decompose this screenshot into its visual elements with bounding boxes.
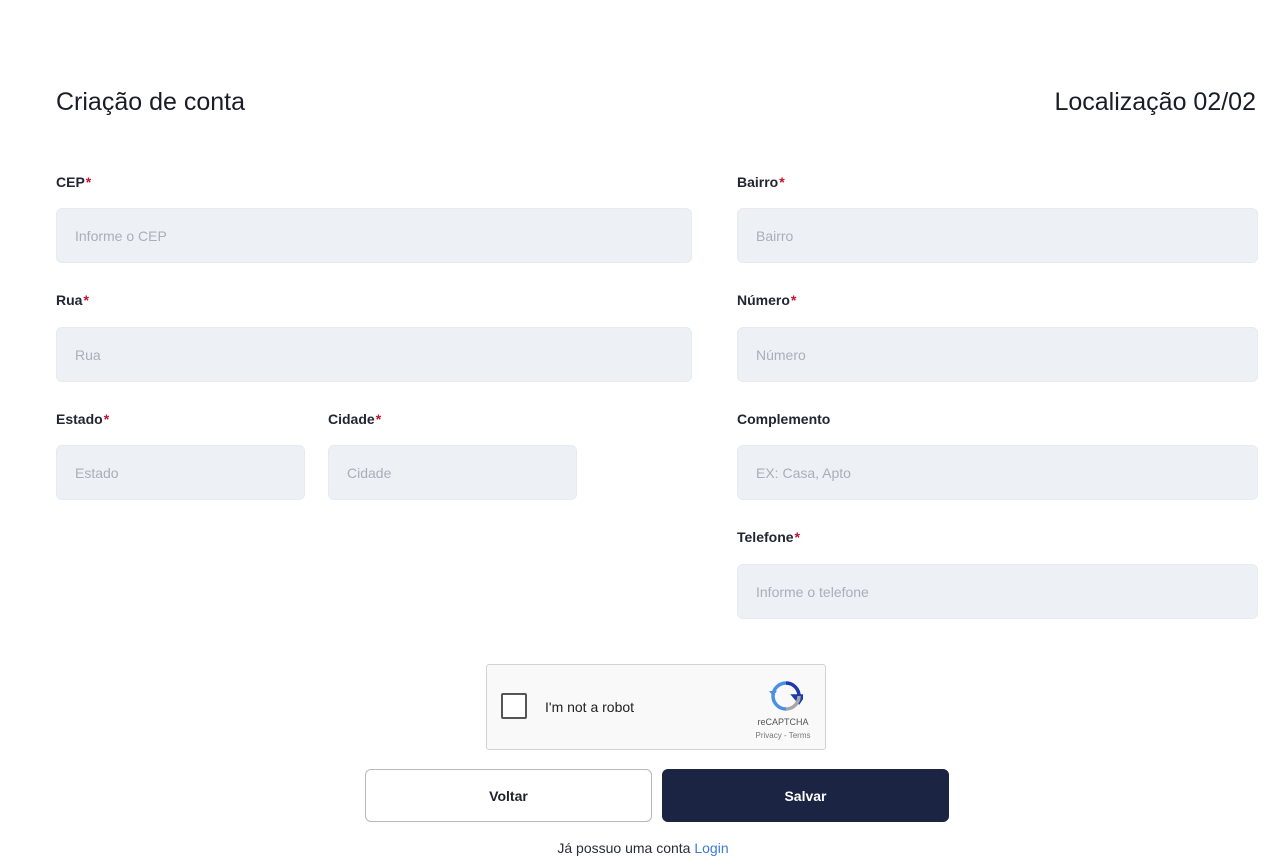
bairro-label: Bairro* [737,174,785,190]
back-button[interactable]: Voltar [365,769,652,822]
required-mark: * [103,411,110,427]
recaptcha-checkbox[interactable] [501,693,527,719]
complemento-label: Complemento [737,411,830,427]
recaptcha-label: I'm not a robot [545,699,635,715]
step-indicator: Localização 02/02 [1054,88,1256,116]
telefone-label: Telefone* [737,529,800,545]
rua-input[interactable] [56,327,692,382]
login-link[interactable]: Login [694,840,728,856]
bairro-input[interactable] [737,208,1258,263]
required-mark: * [85,174,92,190]
numero-label-text: Número [737,292,790,308]
cep-label: CEP* [56,174,91,190]
required-mark: * [83,292,89,308]
numero-label: Número* [737,292,796,308]
complemento-label-text: Complemento [737,411,831,427]
required-mark: * [790,292,797,308]
save-button[interactable]: Salvar [662,769,949,822]
recaptcha-brand: reCAPTCHA [757,717,809,727]
rua-label: Rua* [56,292,89,308]
required-mark: * [375,411,382,427]
recaptcha-privacy-terms[interactable]: Privacy - Terms [753,731,813,740]
numero-input[interactable] [737,327,1258,382]
cep-label-text: CEP [56,174,85,190]
recaptcha-icon [769,681,803,711]
cidade-label: Cidade* [328,411,381,427]
cep-input[interactable] [56,208,692,263]
telefone-input[interactable] [737,564,1258,619]
cidade-label-text: Cidade [328,411,375,427]
estado-label-text: Estado [56,411,103,427]
bairro-label-text: Bairro [737,174,779,190]
login-prompt: Já possuo uma conta Login [0,840,1286,856]
required-mark: * [794,529,800,545]
estado-label: Estado* [56,411,109,427]
complemento-input[interactable] [737,445,1258,500]
cidade-input[interactable] [328,445,577,500]
required-mark: * [779,174,785,190]
estado-input[interactable] [56,445,305,500]
login-prompt-text: Já possuo uma conta [557,840,691,856]
page-title: Criação de conta [56,88,246,116]
rua-label-text: Rua [56,292,83,308]
recaptcha-widget: I'm not a robot reCAPTCHA Privacy - Term… [486,664,826,750]
telefone-label-text: Telefone [737,529,794,545]
